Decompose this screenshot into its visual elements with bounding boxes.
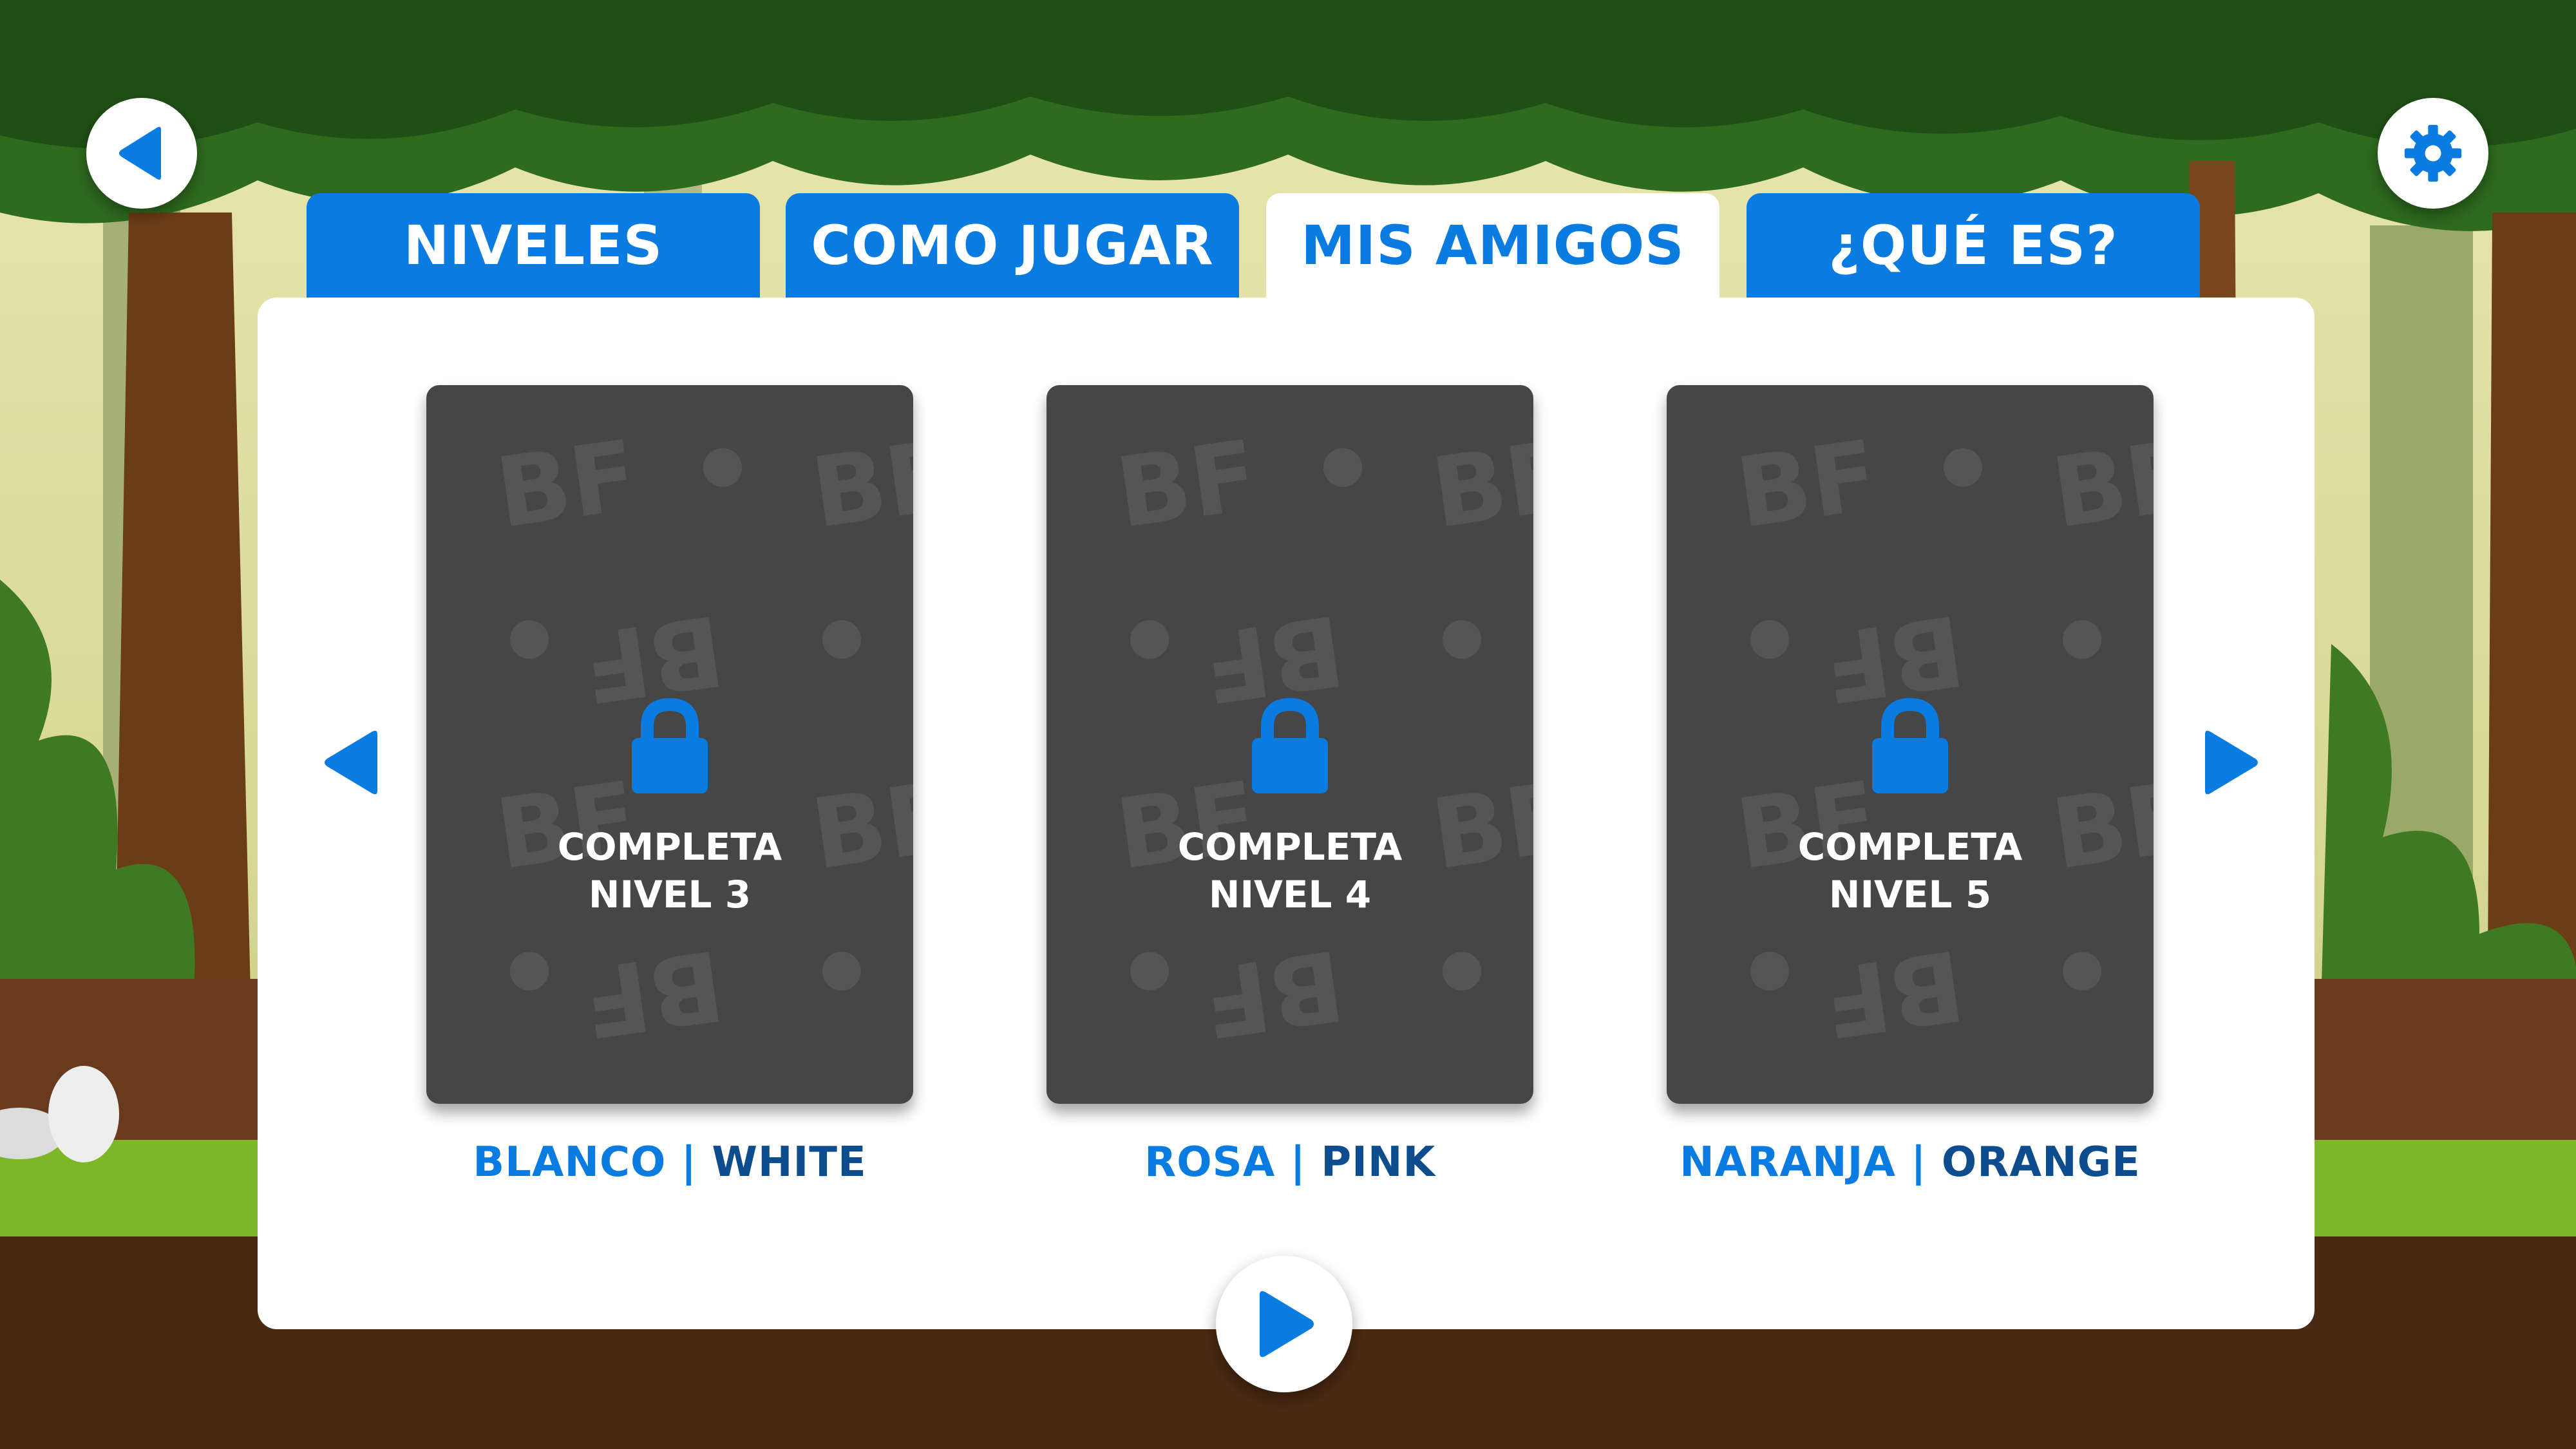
name-spanish: ROSA [1144,1139,1276,1186]
name-spanish: BLANCO [473,1139,667,1186]
friend-name: BLANCO | WHITE [380,1139,960,1186]
tab-como-jugar[interactable]: COMO JUGAR [786,193,1239,298]
requirement-line2: NIVEL 3 [588,873,752,916]
watermark-text: BF [1196,927,1350,1057]
tab-label: NIVELES [403,214,663,277]
friend-card-locked[interactable]: BF BF BF BF BF BF COMPLETA NIVEL 4 [1046,385,1533,1104]
tab-label: ¿QUÉ ES? [1828,214,2118,277]
tab-que-es[interactable]: ¿QUÉ ES? [1747,193,2200,298]
watermark-text: BF [576,927,730,1057]
play-icon [1260,1291,1314,1358]
watermark-text: BF [1816,927,1970,1057]
requirement-line2: NIVEL 4 [1208,873,1372,916]
tab-label: COMO JUGAR [811,214,1214,277]
unlock-requirement: COMPLETA NIVEL 5 [1667,823,2154,918]
unlock-requirement: COMPLETA NIVEL 4 [1046,823,1533,918]
friend-card-locked[interactable]: BF BF BF BF BF BF COMPLETA NIVEL 5 [1667,385,2154,1104]
name-english: PINK [1321,1139,1436,1186]
name-spanish: NARANJA [1680,1139,1896,1186]
gear-icon [2404,124,2462,182]
requirement-line1: COMPLETA [1177,825,1403,869]
watermark-text: BF [1730,420,1884,550]
back-arrow-icon [119,127,161,180]
watermark-text: BF [1110,420,1264,550]
chevron-left-icon[interactable] [322,729,381,796]
watermark-text: BF [2046,420,2154,550]
watermark-text: BF [1426,420,1533,550]
lock-icon [632,697,708,793]
unlock-requirement: COMPLETA NIVEL 3 [426,823,913,918]
friend-card-locked[interactable]: BF BF BF BF BF BF COMPLETA NIVEL 3 [426,385,913,1104]
watermark-text: BF [806,420,913,550]
lock-icon [1872,697,1948,793]
play-button[interactable] [1216,1256,1352,1392]
friend-name: NARANJA | ORANGE [1620,1139,2200,1186]
requirement-line2: NIVEL 5 [1828,873,1992,916]
name-separator: | [1290,1139,1306,1186]
lock-icon [1252,697,1328,793]
watermark-text: BF [490,420,644,550]
name-english: ORANGE [1941,1139,2141,1186]
chevron-right-icon[interactable] [2201,729,2260,796]
name-english: WHITE [712,1139,867,1186]
friend-name: ROSA | PINK [1000,1139,1580,1186]
name-separator: | [1911,1139,1927,1186]
tab-label: MIS AMIGOS [1301,214,1685,277]
requirement-line1: COMPLETA [557,825,782,869]
settings-button[interactable] [2378,98,2488,209]
requirement-line1: COMPLETA [1797,825,2023,869]
tab-niveles[interactable]: NIVELES [307,193,760,298]
name-separator: | [681,1139,697,1186]
back-button[interactable] [86,98,197,209]
tab-mis-amigos[interactable]: MIS AMIGOS [1266,193,1719,298]
